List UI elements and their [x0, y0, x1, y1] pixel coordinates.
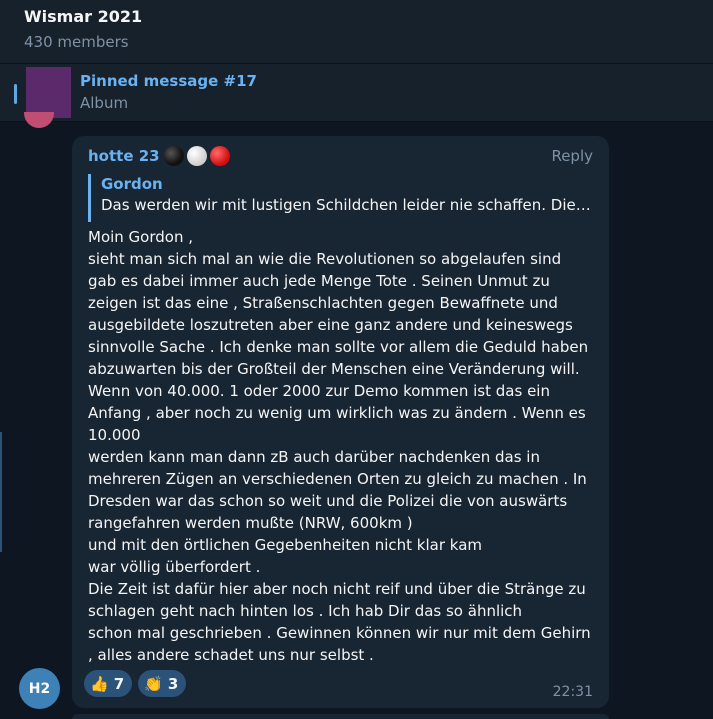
pinned-message-bar[interactable]: Pinned message #17 Album — [0, 64, 713, 122]
message-bubble[interactable]: hotte 23 Reply Gordon Das werden wir mit… — [72, 136, 609, 708]
message-line: 10.000 — [88, 426, 141, 444]
message-line: und mit den örtlichen Gegebenheiten nich… — [88, 536, 483, 554]
chat-header[interactable]: Wismar 2021 430 members — [0, 0, 713, 64]
message-line: schon mal geschrieben . Gewinnen können … — [88, 624, 591, 642]
reaction-clapping[interactable]: 👏 3 — [138, 670, 187, 697]
message-line: Die Zeit ist dafür hier aber noch nicht … — [88, 580, 586, 598]
message-line: werden kann man dann zB auch darüber nac… — [88, 448, 540, 466]
message-line: sinnvolle Sache . Ich denke man sollte v… — [88, 338, 589, 356]
reaction-count: 7 — [113, 674, 125, 693]
pinned-subtitle: Album — [80, 94, 129, 112]
quoted-author: Gordon — [101, 175, 163, 193]
black-circle-icon — [163, 146, 184, 166]
message-line: gab es dabei immer auch jede Menge Tote … — [88, 272, 550, 290]
red-circle-icon — [209, 146, 230, 166]
reactions: 👍 7 👏 3 — [84, 670, 187, 697]
message-line: mehreren Zügen an verschiedenen Orten zu… — [88, 470, 587, 488]
pinned-indicator — [14, 84, 17, 104]
quoted-reply[interactable]: Gordon Das werden wir mit lustigen Schil… — [88, 174, 593, 222]
message-line: schlagen geht nach hinten los . Ich hab … — [88, 602, 523, 620]
message-line: , alles andere schadet uns nur selbst . — [88, 646, 374, 664]
message-line: abzuwarten bis der Großteil der Menschen… — [88, 360, 580, 378]
message-line: ausgebildete loszutreten aber eine ganz … — [88, 316, 573, 334]
message-line: Wenn von 40.000. 1 oder 2000 zur Demo ko… — [88, 382, 550, 400]
message-line: zeigen ist das eine , Straßenschlachten … — [88, 294, 558, 312]
message-text: Moin Gordon , sieht man sich mal an wie … — [88, 226, 600, 666]
message-line: sieht man sich mal an wie die Revolution… — [88, 250, 562, 268]
message-time: 22:31 — [552, 684, 593, 700]
clapping-hands-icon: 👏 — [144, 674, 163, 693]
reaction-thumbs-up[interactable]: 👍 7 — [84, 670, 133, 697]
sender-name[interactable]: hotte 23 — [88, 146, 230, 166]
thumbs-up-icon: 👍 — [90, 674, 109, 693]
member-count: 430 members — [24, 33, 129, 51]
pinned-title: Pinned message #17 — [80, 72, 257, 90]
chat-title: Wismar 2021 — [24, 7, 143, 26]
pinned-thumbnail — [26, 67, 71, 118]
message-line: war völlig überfordert . — [88, 558, 261, 576]
message-line: Moin Gordon , — [88, 228, 194, 246]
message-line: rangefahren werden mußte (NRW, 600km ) — [88, 514, 413, 532]
reaction-count: 3 — [167, 674, 179, 693]
scroll-edge-indicator — [0, 432, 2, 552]
message-line: Dresden war das schon so weit und die Po… — [88, 492, 568, 510]
reply-button[interactable]: Reply — [551, 147, 593, 165]
quoted-text: Das werden wir mit lustigen Schildchen l… — [101, 196, 593, 214]
message-line: Anfang , aber noch zu wenig um wirklich … — [88, 404, 586, 422]
sender-name-text: hotte 23 — [88, 147, 160, 165]
white-circle-icon — [186, 146, 207, 166]
next-message-edge — [72, 714, 609, 719]
sender-avatar[interactable]: H2 — [19, 668, 60, 709]
previous-avatar[interactable] — [24, 112, 54, 128]
